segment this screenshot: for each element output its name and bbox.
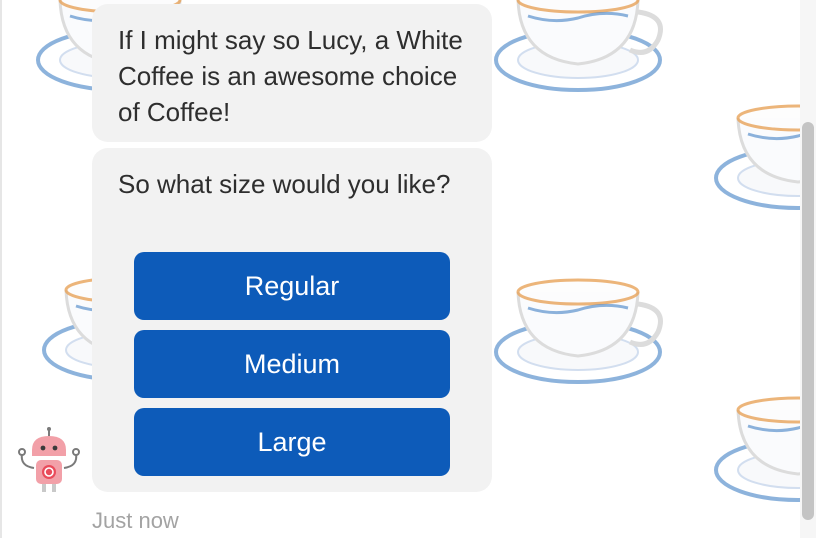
message-timestamp: Just now xyxy=(92,508,179,533)
coffee-cup-icon xyxy=(496,280,661,382)
bot-message-bubble: If I might say so Lucy, a White Coffee i… xyxy=(92,4,492,142)
scrollbar-thumb[interactable] xyxy=(802,122,814,520)
size-option-regular-button[interactable]: Regular xyxy=(134,252,450,320)
size-option-large-button[interactable]: Large xyxy=(134,408,450,476)
message-text: So what size would you like? xyxy=(118,169,451,199)
panel-left-border xyxy=(0,0,2,538)
message-text: If I might say so Lucy, a White Coffee i… xyxy=(118,25,463,127)
size-option-medium-button[interactable]: Medium xyxy=(134,330,450,398)
robot-avatar-icon xyxy=(18,427,80,492)
coffee-cup-icon xyxy=(496,0,661,90)
bot-message-bubble: So what size would you like? Regular Med… xyxy=(92,148,492,492)
